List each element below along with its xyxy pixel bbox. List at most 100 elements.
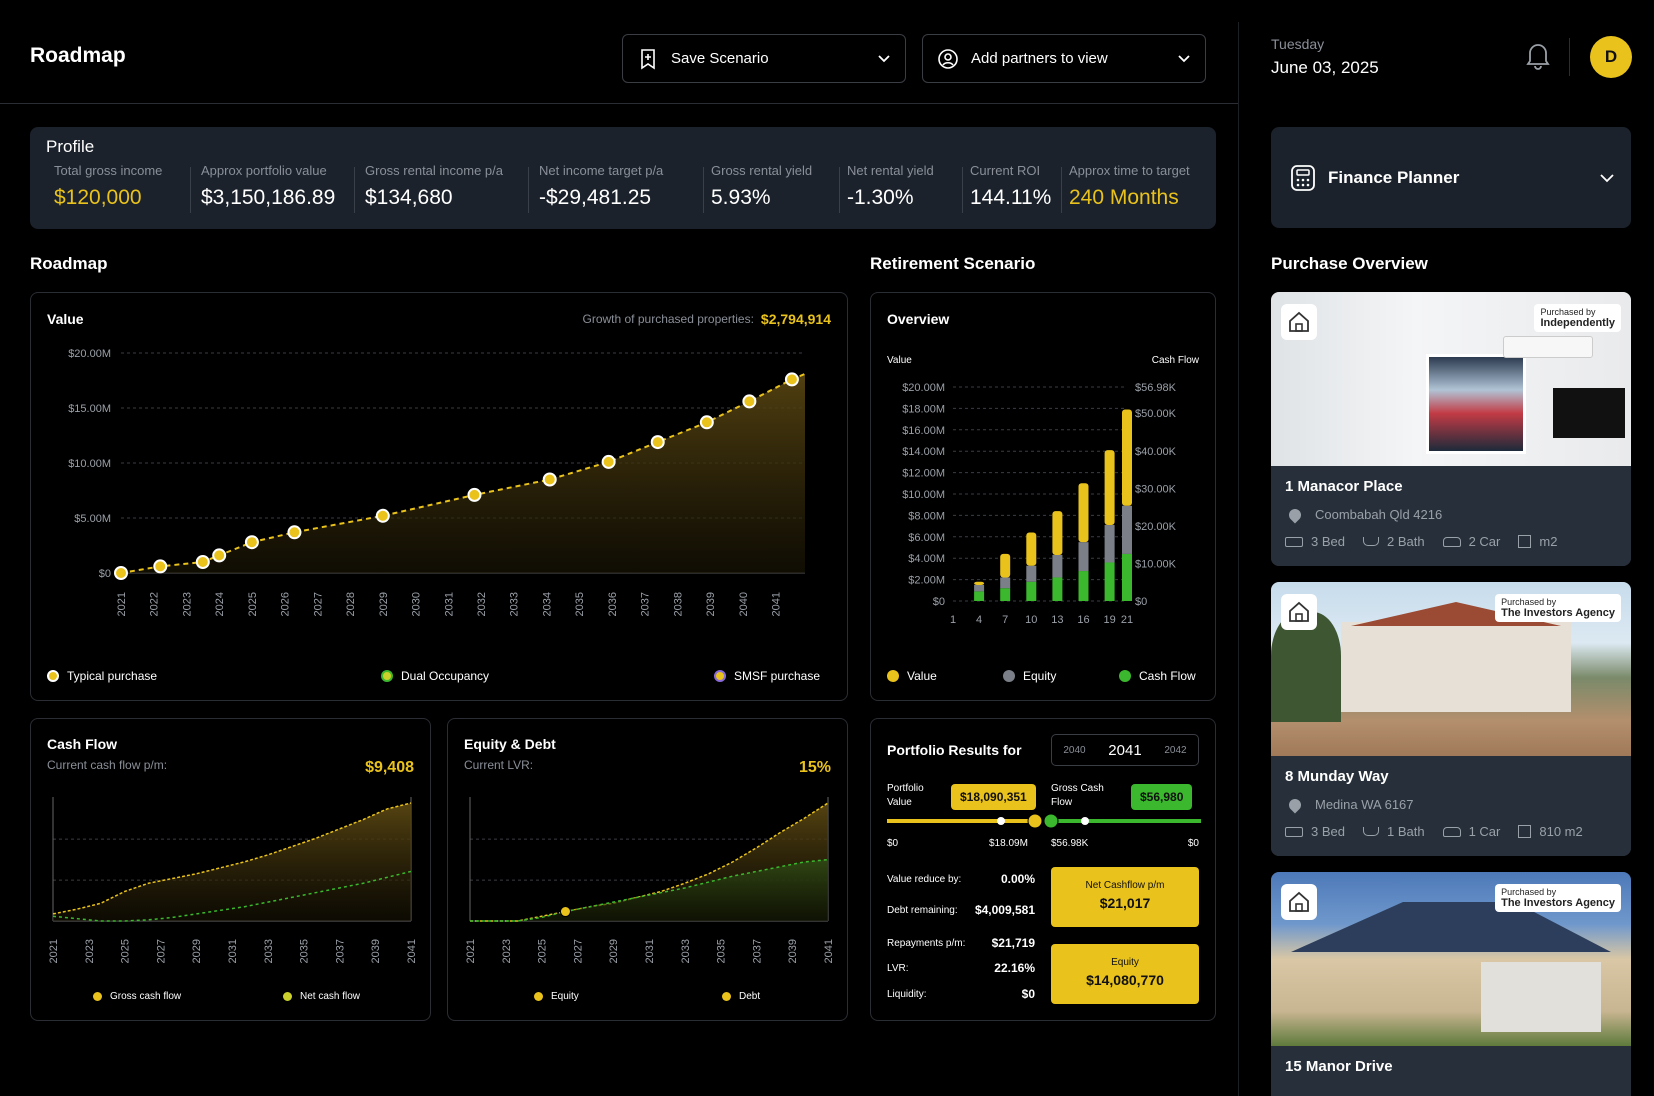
save-scenario-dropdown[interactable]: Save Scenario [622, 34, 906, 83]
x-tick-label: 2025 [247, 592, 259, 616]
y-tick-label: $10.00M [68, 458, 111, 470]
home-icon [1281, 594, 1317, 630]
cashflow-slider-handle [1043, 813, 1059, 829]
y2-tick-label: $56.98K [1135, 382, 1177, 394]
equity-bar [974, 584, 985, 592]
profile-title: Profile [46, 137, 95, 156]
y-tick-label: $5.00M [74, 513, 111, 525]
year-selector[interactable]: 2040 2041 2042 [1051, 734, 1199, 766]
value-card: Value Growth of purchased properties: $2… [30, 292, 848, 701]
property-card-3[interactable]: Purchased by The Investors Agency 15 Mano… [1271, 872, 1631, 1096]
location-icon [1286, 506, 1304, 523]
y-tick-label: $6.00M [908, 532, 945, 544]
stat-net-income: Net income target p/a -$29,481.25 [539, 163, 664, 209]
x-tick-label: 2031 [227, 939, 239, 963]
x-tick-label: 2028 [345, 592, 357, 616]
x-tick-label: 2041 [823, 939, 835, 963]
property-card-2[interactable]: Purchased by The Investors Agency 8 Munda… [1271, 582, 1631, 856]
finance-planner-label: Finance Planner [1328, 168, 1460, 187]
x-tick-label: 2037 [334, 939, 346, 963]
y-tick-label: $20.00M [902, 382, 945, 394]
purchased-by-badge: Purchased by Independently [1534, 304, 1621, 332]
x-tick-label: 2025 [120, 939, 132, 963]
gross-cash-pill: $56,980 [1131, 784, 1193, 810]
cashflow-title: Cash Flow [47, 736, 118, 752]
value-bar [974, 581, 985, 585]
stat-gross-income: Total gross income $120,000 [54, 163, 163, 209]
x-tick-label: 2041 [406, 939, 418, 963]
stat-roi: Current ROI 144.11% [970, 163, 1052, 209]
user-add-icon [938, 48, 958, 69]
y-tick-label: $8.00M [908, 510, 945, 522]
add-partners-dropdown[interactable]: Add partners to view [922, 34, 1206, 83]
value-slider-handle [1027, 813, 1043, 829]
year-current: 2041 [1108, 741, 1142, 759]
x-tick-label: 7 [1002, 614, 1008, 626]
value-point [650, 435, 665, 450]
x-tick-label: 2032 [476, 592, 488, 616]
x-tick-label: 2027 [312, 592, 324, 616]
value-bar [1026, 532, 1037, 566]
x-tick-label: 2039 [705, 592, 717, 616]
roadmap-section-title: Roadmap [30, 254, 108, 273]
value-point [601, 454, 616, 469]
x-tick-label: 2027 [572, 939, 584, 963]
property-card-1[interactable]: Purchased by Independently 1 Manacor Plac… [1271, 292, 1631, 566]
cashflow-bar [1026, 581, 1037, 601]
purchased-by-badge: Purchased by The Investors Agency [1495, 594, 1621, 622]
home-icon [1281, 884, 1317, 920]
equity-debt-title: Equity & Debt [464, 736, 556, 752]
portfolio-results-card: Portfolio Results for 2040 2041 2042 Por… [870, 718, 1216, 1021]
x-tick-label: 2035 [299, 939, 311, 963]
value-cashflow-slider[interactable] [887, 811, 1201, 831]
year-next[interactable]: 2042 [1164, 745, 1186, 756]
equity-bar [1000, 577, 1011, 589]
y2-tick-label: $20.00K [1135, 521, 1177, 533]
cashflow-bar [974, 591, 985, 601]
value-point [195, 555, 210, 569]
y-tick-label: $14.00M [902, 446, 945, 458]
cashflow-chart: 2021 2023 2025 2027 2029 2031 2033 2035 2037 2039… [48, 797, 418, 963]
value-bar [1052, 511, 1063, 555]
x-tick-label: 19 [1103, 614, 1115, 626]
cashflow-card: Cash Flow Current cash flow p/m: $9,408 … [30, 718, 431, 1021]
overview-left-axis-label: Value [887, 355, 912, 366]
cashflow-bar [1122, 553, 1132, 601]
legend-debt-area: Debt [722, 991, 760, 1002]
value-marker [997, 817, 1005, 825]
overview-right-axis-label: Cash Flow [1151, 355, 1199, 366]
avatar[interactable]: D [1590, 36, 1632, 78]
legend-typical: Typical purchase [47, 669, 157, 683]
x-tick-label: 2034 [541, 592, 553, 616]
finance-planner-dropdown[interactable]: Finance Planner [1271, 127, 1631, 228]
value-point [742, 394, 757, 409]
x-tick-label: 2021 [465, 939, 477, 963]
x-tick-label: 2029 [378, 592, 390, 616]
x-tick-label: 2033 [263, 939, 275, 963]
car-count: 2 Car [1442, 534, 1500, 549]
equity-bar [1026, 565, 1037, 582]
x-tick-label: 2040 [738, 592, 750, 616]
cashflow-bar [1000, 588, 1011, 601]
value-bar [1078, 483, 1089, 543]
equity-debt-subtitle: Current LVR: [464, 758, 534, 772]
x-tick-label: 2021 [48, 939, 60, 963]
bell-icon[interactable] [1524, 40, 1552, 70]
area-icon [1518, 825, 1532, 838]
date-day: Tuesday [1271, 36, 1325, 52]
stat-time-to-target: Approx time to target 240 Months [1069, 163, 1190, 209]
y-tick-label: $15.00M [68, 403, 111, 415]
x-tick-label: 2041 [771, 592, 783, 616]
chevron-down-icon [1178, 54, 1190, 62]
profile-panel: Profile Total gross income $120,000 Appro… [30, 127, 1216, 229]
property-name: 15 Manor Drive [1285, 1058, 1393, 1075]
x-tick-label: 2026 [280, 592, 292, 616]
x-tick-label: 2029 [191, 939, 203, 963]
header-divider [0, 103, 1238, 104]
overview-title: Overview [887, 311, 950, 327]
year-prev[interactable]: 2040 [1063, 745, 1085, 756]
equity-debt-card: Equity & Debt Current LVR: 15% 2021 2023 2… [447, 718, 848, 1021]
purchased-by-badge: Purchased by The Investors Agency [1495, 884, 1621, 912]
x-tick-label: 2024 [214, 592, 226, 616]
x-tick-label: 2023 [181, 592, 193, 616]
